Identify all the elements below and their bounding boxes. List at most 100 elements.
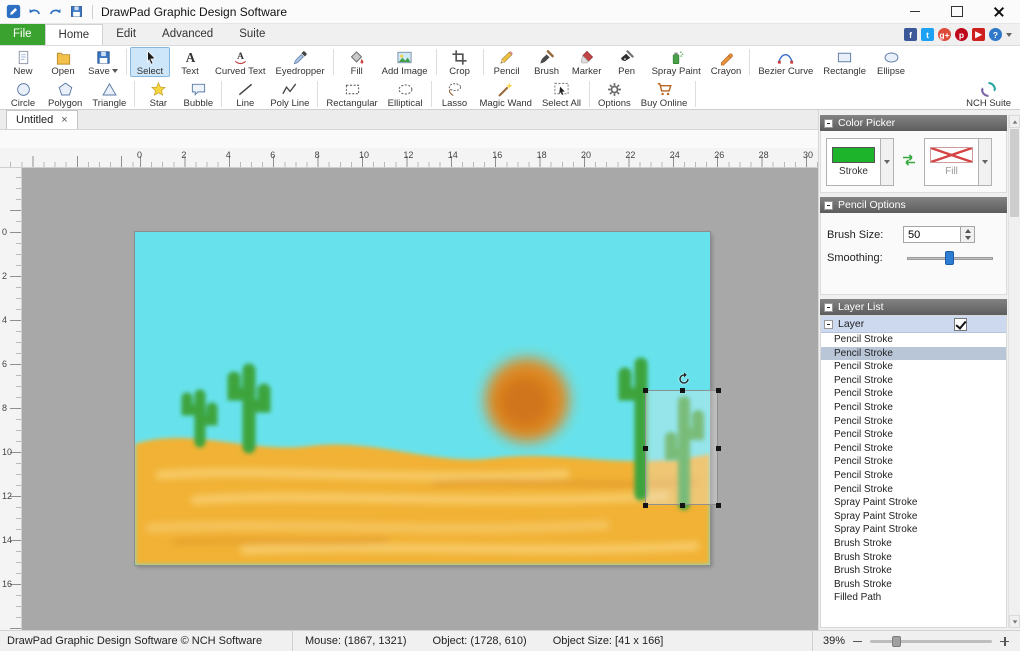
fill-color-button[interactable]: Fill xyxy=(924,138,979,186)
layer-row[interactable]: Pencil Stroke xyxy=(821,347,1006,361)
slider-thumb[interactable] xyxy=(945,251,954,265)
toolbar-button-buy-online[interactable]: Buy Online xyxy=(636,79,692,109)
toolbar-button-nch-suite[interactable]: NCH Suite xyxy=(961,79,1016,109)
layer-row[interactable]: Filled Path xyxy=(821,591,1006,605)
collapse-icon[interactable] xyxy=(824,303,833,312)
stroke-dropdown-button[interactable] xyxy=(881,138,894,186)
collapse-icon[interactable] xyxy=(824,320,833,329)
toolbar-button-fill[interactable]: Fill xyxy=(337,47,377,77)
toolbar-button-poly-line[interactable]: Poly Line xyxy=(265,79,314,109)
toolbar-button-crayon[interactable]: Crayon xyxy=(706,47,747,77)
save-icon[interactable] xyxy=(68,4,84,20)
menu-tab-edit[interactable]: Edit xyxy=(103,24,149,45)
fill-dropdown-button[interactable] xyxy=(979,138,992,186)
scroll-up-icon[interactable] xyxy=(1009,115,1020,128)
selection-handle[interactable] xyxy=(716,503,721,508)
toolbar-button-circle[interactable]: Circle xyxy=(3,79,43,109)
toolbar-button-rectangle[interactable]: Rectangle xyxy=(818,47,871,77)
selection-handle[interactable] xyxy=(716,388,721,393)
toolbar-button-bezier-curve[interactable]: Bezier Curve xyxy=(753,47,818,77)
toolbar-button-new[interactable]: New xyxy=(3,47,43,77)
minimize-button[interactable] xyxy=(894,0,936,24)
zoom-in-icon[interactable] xyxy=(999,636,1010,647)
layer-row[interactable]: Pencil Stroke xyxy=(821,483,1006,497)
collapse-icon[interactable] xyxy=(824,201,833,210)
toolbar-button-lasso[interactable]: Lasso xyxy=(435,79,475,109)
toolbar-button-line[interactable]: Line xyxy=(225,79,265,109)
pinterest-icon[interactable]: p xyxy=(955,28,968,41)
redo-icon[interactable] xyxy=(47,4,63,20)
selection-handle[interactable] xyxy=(680,503,685,508)
drawing-canvas[interactable] xyxy=(135,232,710,565)
toolbar-button-marker[interactable]: Marker xyxy=(567,47,607,77)
brush-size-down-icon[interactable] xyxy=(961,235,974,243)
toolbar-button-star[interactable]: Star xyxy=(138,79,178,109)
toolbar-button-eyedropper[interactable]: Eyedropper xyxy=(271,47,330,77)
toolbar-button-add-image[interactable]: Add Image xyxy=(377,47,433,77)
layer-row[interactable]: Pencil Stroke xyxy=(821,442,1006,456)
toolbar-button-magic-wand[interactable]: Magic Wand xyxy=(475,79,537,109)
layer-row[interactable]: Pencil Stroke xyxy=(821,360,1006,374)
layer-group-row[interactable]: Layer xyxy=(821,316,1006,333)
layer-list-header[interactable]: Layer List xyxy=(820,299,1007,315)
toolbar-button-crop[interactable]: Crop xyxy=(440,47,480,77)
toolbar-button-rectangular[interactable]: Rectangular xyxy=(321,79,382,109)
layer-row[interactable]: Pencil Stroke xyxy=(821,428,1006,442)
selection-box[interactable] xyxy=(645,390,718,505)
layer-visibility-checkbox[interactable] xyxy=(954,318,967,331)
layer-row[interactable]: Pencil Stroke xyxy=(821,374,1006,388)
pencil-options-header[interactable]: Pencil Options xyxy=(820,197,1007,213)
layer-row[interactable]: Brush Stroke xyxy=(821,537,1006,551)
help-icon[interactable]: ? xyxy=(989,28,1002,41)
menu-tab-suite[interactable]: Suite xyxy=(226,24,278,45)
toolbar-button-curved-text[interactable]: ACurved Text xyxy=(210,47,271,77)
youtube-icon[interactable]: ▶ xyxy=(972,28,985,41)
layer-row[interactable]: Spray Paint Stroke xyxy=(821,510,1006,524)
smoothing-slider[interactable] xyxy=(907,250,993,266)
toolbar-button-triangle[interactable]: Triangle xyxy=(87,79,131,109)
collapse-icon[interactable] xyxy=(824,119,833,128)
layer-row[interactable]: Spray Paint Stroke xyxy=(821,523,1006,537)
layer-row[interactable]: Pencil Stroke xyxy=(821,401,1006,415)
toolbar-button-pen[interactable]: Pen xyxy=(607,47,647,77)
google-plus-icon[interactable]: g+ xyxy=(938,28,951,41)
selection-handle[interactable] xyxy=(680,388,685,393)
toolbar-button-save[interactable]: Save xyxy=(83,47,123,77)
scrollbar-thumb[interactable] xyxy=(1010,129,1019,217)
menu-more-chevron-icon[interactable] xyxy=(1006,33,1012,37)
toolbar-button-polygon[interactable]: Polygon xyxy=(43,79,87,109)
toolbar-button-bubble[interactable]: Bubble xyxy=(178,79,218,109)
toolbar-button-spray-paint[interactable]: Spray Paint xyxy=(647,47,706,77)
selection-handle[interactable] xyxy=(643,503,648,508)
swap-colors-icon[interactable] xyxy=(900,151,918,172)
toolbar-button-options[interactable]: Options xyxy=(593,79,636,109)
scroll-down-icon[interactable] xyxy=(1009,615,1020,628)
layer-row[interactable]: Pencil Stroke xyxy=(821,415,1006,429)
menu-tab-advanced[interactable]: Advanced xyxy=(149,24,226,45)
color-picker-header[interactable]: Color Picker xyxy=(820,115,1007,131)
selection-handle[interactable] xyxy=(643,388,648,393)
selection-handle[interactable] xyxy=(716,446,721,451)
panel-scrollbar[interactable] xyxy=(1008,115,1020,628)
layer-row[interactable]: Pencil Stroke xyxy=(821,455,1006,469)
selection-handle[interactable] xyxy=(643,446,648,451)
toolbar-button-pencil[interactable]: Pencil xyxy=(487,47,527,77)
toolbar-button-select[interactable]: Select xyxy=(130,47,170,77)
tab-close-icon[interactable]: × xyxy=(61,115,67,125)
zoom-slider[interactable] xyxy=(870,640,992,643)
toolbar-button-select-all[interactable]: Select All xyxy=(537,79,586,109)
undo-icon[interactable] xyxy=(26,4,42,20)
layer-row[interactable]: Pencil Stroke xyxy=(821,387,1006,401)
toolbar-button-ellipse[interactable]: Ellipse xyxy=(871,47,911,77)
layer-row[interactable]: Spray Paint Stroke xyxy=(821,496,1006,510)
brush-size-up-icon[interactable] xyxy=(961,227,974,235)
layer-row[interactable]: Brush Stroke xyxy=(821,551,1006,565)
layer-row[interactable]: Brush Stroke xyxy=(821,578,1006,592)
close-button[interactable] xyxy=(978,0,1020,24)
document-tab-untitled[interactable]: Untitled × xyxy=(6,110,78,129)
stroke-color-button[interactable]: Stroke xyxy=(826,138,881,186)
toolbar-button-elliptical[interactable]: Elliptical xyxy=(383,79,428,109)
zoom-out-icon[interactable] xyxy=(852,636,863,647)
layer-row[interactable]: Pencil Stroke xyxy=(821,469,1006,483)
layer-row[interactable]: Pencil Stroke xyxy=(821,333,1006,347)
